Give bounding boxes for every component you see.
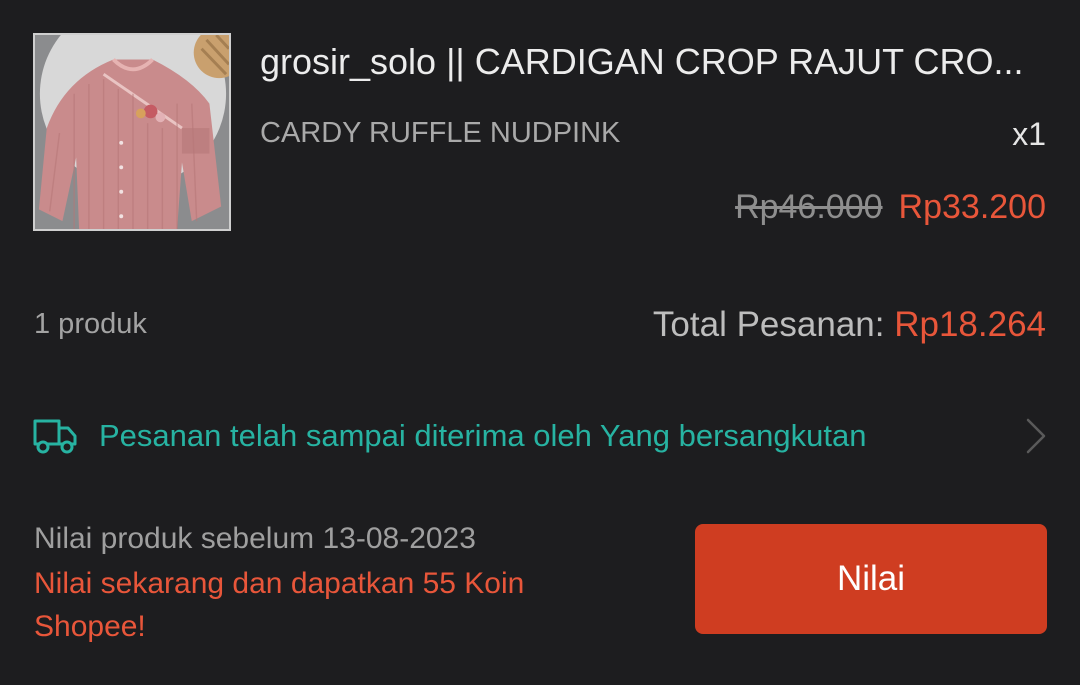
product-quantity: x1 bbox=[1012, 116, 1046, 152]
chevron-right-icon bbox=[1026, 418, 1046, 454]
original-price: Rp46.000 bbox=[735, 188, 883, 226]
rating-coin-promo: Nilai sekarang dan dapatkan 55 Koin Shop… bbox=[34, 567, 525, 643]
order-total-value: Rp18.264 bbox=[894, 305, 1046, 344]
rate-button[interactable]: Nilai bbox=[695, 524, 1047, 634]
product-title[interactable]: grosir_solo || CARDIGAN CROP RAJUT CRO..… bbox=[260, 40, 1050, 84]
product-variant: CARDY RUFFLE NUDPINK bbox=[260, 117, 621, 149]
order-total-label: Total Pesanan: bbox=[652, 305, 895, 344]
shipping-status-row[interactable]: Pesanan telah sampai diterima oleh Yang … bbox=[0, 400, 1080, 472]
order-card: grosir_solo || CARDIGAN CROP RAJUT CRO..… bbox=[0, 0, 1080, 685]
shipping-status-text: Pesanan telah sampai diterima oleh Yang … bbox=[99, 418, 867, 453]
order-total: Total Pesanan: Rp18.264 bbox=[653, 302, 1046, 348]
truck-icon bbox=[33, 419, 77, 454]
product-count: 1 produk bbox=[34, 308, 147, 340]
price-row: Rp46.000 Rp33.200 bbox=[735, 185, 1046, 229]
product-thumbnail[interactable] bbox=[33, 33, 231, 231]
discounted-price: Rp33.200 bbox=[898, 188, 1046, 226]
product-image bbox=[35, 35, 229, 229]
rating-deadline: Nilai produk sebelum 13-08-2023 bbox=[34, 522, 476, 555]
